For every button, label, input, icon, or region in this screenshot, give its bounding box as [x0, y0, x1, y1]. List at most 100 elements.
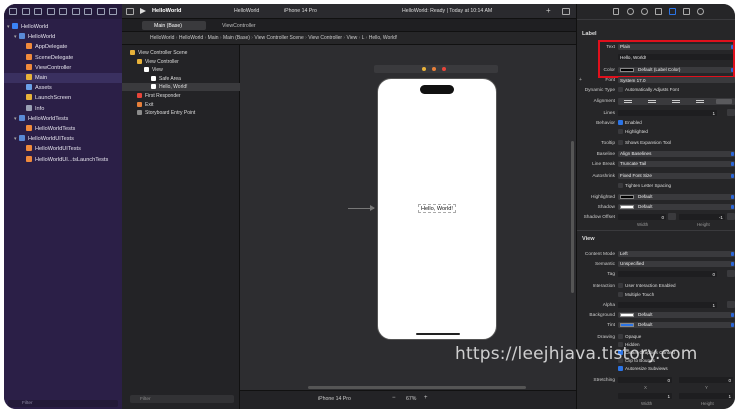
outline-item[interactable]: Safe Area [122, 75, 240, 83]
navigator-item[interactable]: HelloWorldUI...tsLaunchTests [4, 155, 122, 165]
align-justify-icon[interactable] [696, 100, 704, 103]
scene-dock[interactable] [374, 65, 498, 73]
navigator-item[interactable]: ▾ HelloWorldUITests [4, 134, 122, 144]
tab-viewcontroller[interactable]: ViewController [210, 21, 280, 30]
report-icon[interactable] [109, 8, 117, 15]
outline-item[interactable]: Hello, World! [122, 83, 240, 92]
breadcrumb-item[interactable]: View Controller Scene [254, 35, 303, 41]
run-button[interactable] [140, 8, 146, 14]
navigator-filter[interactable]: Filter [8, 400, 118, 407]
alignment-segment[interactable] [618, 98, 735, 105]
navigator-item[interactable]: Assets [4, 83, 122, 93]
zoom-level[interactable]: 67% [406, 396, 416, 402]
folder-icon[interactable] [9, 8, 17, 15]
navigator-item[interactable]: Main [4, 73, 122, 83]
zoom-in-icon[interactable]: + [424, 395, 428, 401]
source-control-icon[interactable] [21, 8, 30, 15]
storyboard-canvas[interactable]: Hello, World! [240, 45, 576, 390]
help-icon[interactable] [641, 8, 648, 15]
stretch-w-field[interactable]: 1 [618, 393, 672, 399]
highlighted-color-popup[interactable]: Default [618, 194, 735, 200]
bookmark-icon[interactable] [34, 8, 42, 15]
device-config-label[interactable]: iPhone 14 Pro [318, 396, 351, 402]
sidebar-toggle-icon[interactable] [126, 8, 134, 15]
alpha-field[interactable]: 1 [618, 302, 717, 308]
inspector-toggle-icon[interactable] [562, 8, 570, 15]
tint-popup[interactable]: Default [618, 322, 735, 328]
breadcrumb-item[interactable]: HelloWorld [150, 35, 174, 41]
add-icon[interactable]: + [546, 7, 551, 15]
autoshrink-popup[interactable]: Fixed Font Size [618, 173, 735, 179]
zoom-out-icon[interactable]: − [392, 395, 396, 401]
iphone-frame[interactable]: Hello, World! [377, 78, 497, 340]
highlighted-check[interactable]: Highlighted [618, 129, 648, 134]
multiple-touch-check[interactable]: Multiple Touch [618, 292, 654, 297]
autoresize-check[interactable]: Autoresize Subviews [618, 366, 668, 371]
debug-icon[interactable] [84, 8, 92, 15]
search-icon[interactable] [46, 8, 55, 15]
shadow-popup[interactable]: Default [618, 204, 735, 210]
breadcrumb-item[interactable]: View Controller [308, 35, 342, 41]
outline-item[interactable]: Exit [122, 101, 240, 109]
breakpoint-icon[interactable] [96, 8, 105, 15]
size-icon[interactable] [683, 8, 690, 15]
shadow-offset-y-field[interactable]: -1 [679, 214, 725, 220]
navigator-item[interactable]: HelloWorldTests [4, 124, 122, 134]
align-center-icon[interactable] [648, 100, 656, 103]
align-left-icon[interactable] [624, 100, 632, 103]
view-controller-icon[interactable] [422, 67, 426, 71]
exit-icon[interactable] [442, 67, 446, 71]
navigator-item[interactable]: SceneDelegate [4, 53, 122, 63]
navigator-item[interactable]: ▾ HelloWorld [4, 22, 122, 32]
tag-stepper[interactable] [727, 270, 735, 277]
alpha-stepper[interactable] [727, 301, 735, 308]
lines-stepper[interactable] [727, 109, 735, 116]
stretch-y-field[interactable]: 0 [679, 377, 733, 383]
attributes-icon[interactable] [669, 8, 676, 15]
outline-item[interactable]: First Responder [122, 92, 240, 100]
navigator-item[interactable]: Info [4, 104, 122, 114]
opaque-check[interactable]: Opaque [618, 334, 641, 339]
canvas-horizontal-scrollbar[interactable] [308, 386, 526, 389]
dynamic-type-check[interactable]: Automatically Adjusts Font [618, 87, 679, 92]
navigator-item[interactable]: ▾ HelloWorldTests [4, 114, 122, 124]
shadow-y-stepper[interactable] [727, 213, 735, 220]
semantic-popup[interactable]: Unspecified [618, 261, 735, 267]
breadcrumb-item[interactable]: Hello, World! [369, 35, 398, 41]
stretch-h-field[interactable]: 1 [679, 393, 733, 399]
content-mode-popup[interactable]: Left [618, 251, 735, 257]
breadcrumb-item[interactable]: Main (Base) [223, 35, 250, 41]
align-right-icon[interactable] [672, 100, 680, 103]
hello-world-label[interactable]: Hello, World! [418, 204, 456, 213]
navigator-item[interactable]: HelloWorldUITests [4, 144, 122, 154]
history-icon[interactable] [627, 8, 634, 15]
outline-item[interactable]: View [122, 66, 240, 74]
line-break-popup[interactable]: Truncate Tail [618, 161, 735, 167]
scheme-selector[interactable]: HelloWorld iPhone 14 Pro [226, 7, 346, 16]
file-inspector-icon[interactable] [613, 8, 619, 15]
align-natural-icon[interactable] [716, 99, 732, 104]
navigator-item[interactable]: AppDelegate [4, 42, 122, 52]
navigator-item[interactable]: ViewController [4, 63, 122, 73]
outline-item[interactable]: View Controller [122, 58, 240, 66]
breadcrumb-item[interactable]: View [346, 35, 357, 41]
lines-field[interactable]: 1 [618, 110, 717, 116]
first-responder-icon[interactable] [432, 67, 436, 71]
navigator-item[interactable]: ▾ HelloWorld [4, 32, 122, 42]
background-popup[interactable]: Default [618, 312, 735, 318]
warning-icon[interactable] [59, 8, 67, 15]
shadow-x-stepper[interactable] [668, 213, 676, 220]
outline-filter[interactable]: Filter [130, 395, 234, 403]
tab-main[interactable]: Main (Base) [142, 21, 206, 30]
connections-icon[interactable] [697, 8, 704, 15]
baseline-popup[interactable]: Align Baselines [618, 151, 735, 157]
breadcrumb-item[interactable]: HelloWorld [179, 35, 203, 41]
user-interaction-check[interactable]: User Interaction Enabled [618, 283, 676, 288]
tighten-check[interactable]: Tighten Letter Spacing [618, 183, 671, 188]
shadow-offset-x-field[interactable]: 0 [618, 214, 666, 220]
outline-item[interactable]: View Controller Scene [122, 49, 240, 57]
navigator-item[interactable]: LaunchScreen [4, 93, 122, 103]
test-icon[interactable] [71, 8, 80, 15]
identity-icon[interactable] [655, 8, 662, 15]
breadcrumb-item[interactable]: Main [208, 35, 219, 41]
